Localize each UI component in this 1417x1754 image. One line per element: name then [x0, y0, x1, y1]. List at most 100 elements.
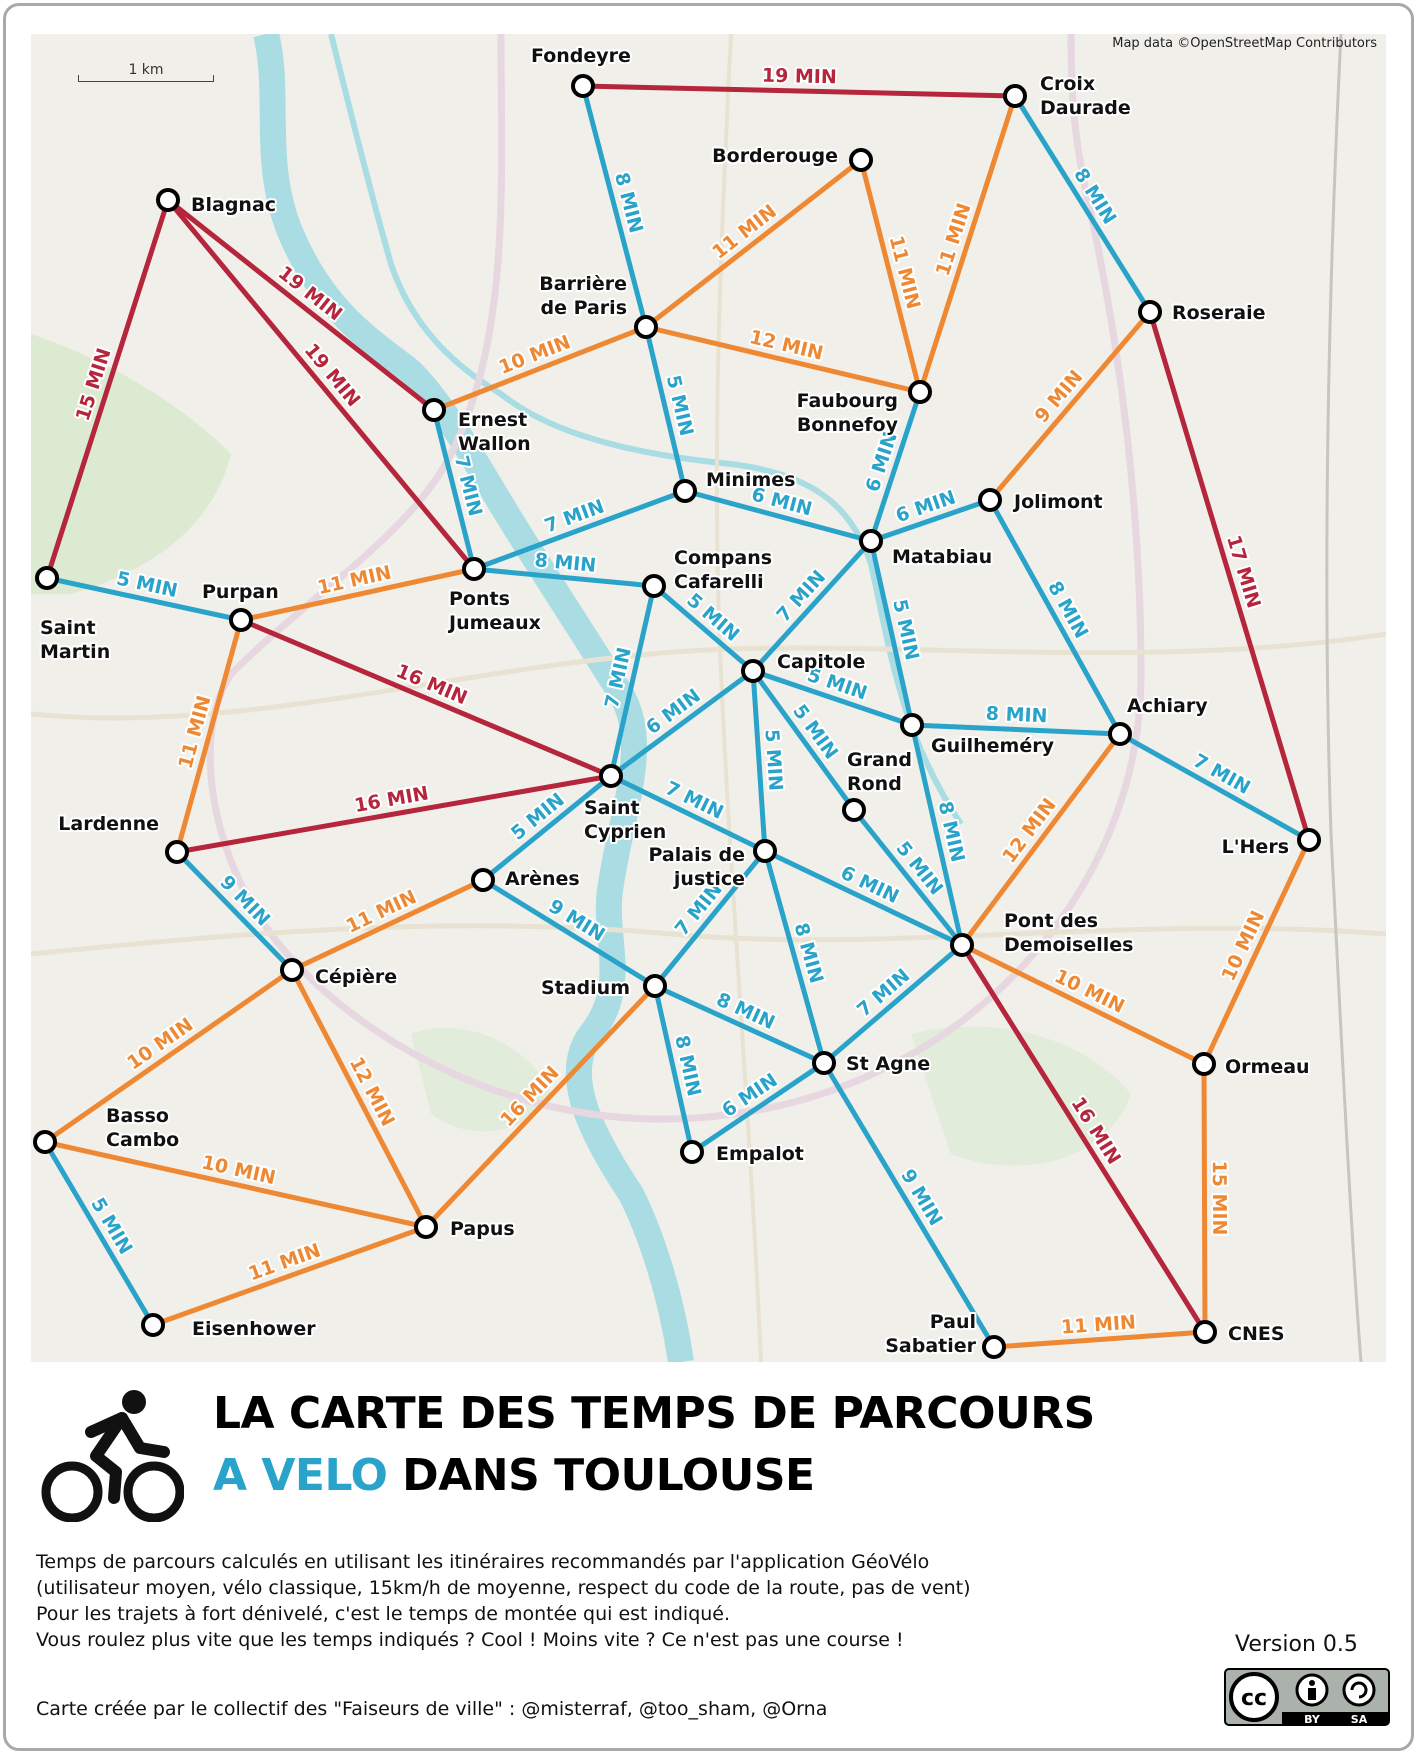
route-st-agne-paul-sabatier [821, 1060, 997, 1350]
station-label-minimes: Minimes [706, 469, 795, 491]
route-blagnac-saint-martin [44, 197, 171, 581]
version-label: Version 0.5 [1235, 1632, 1358, 1657]
station-label-stadium: Stadium [541, 977, 630, 999]
station-label-line: Faubourg [797, 390, 898, 412]
station-l-hers[interactable] [1297, 828, 1321, 852]
travel-time-label: 19 MIN [762, 65, 837, 89]
description: Temps de parcours calculés en utilisant … [36, 1549, 971, 1653]
station-label-l-hers: L'Hers [1222, 836, 1289, 858]
station-capitole[interactable] [741, 659, 765, 683]
station-fondeyre[interactable] [571, 74, 595, 98]
station-faubourg-bonnefoy[interactable] [908, 380, 932, 404]
station-label-line: Matabiau [892, 546, 992, 568]
route-blagnac-ponts-jumeaux [165, 197, 477, 572]
station-label-jolimont: Jolimont [1012, 491, 1103, 513]
station-jolimont[interactable] [978, 488, 1002, 512]
route-l-hers-ormeau [1201, 837, 1312, 1067]
scale-bar-line [78, 75, 214, 82]
station-borderouge[interactable] [849, 148, 873, 172]
description-line: Pour les trajets à fort dénivelé, c'est … [36, 1603, 731, 1625]
station-label-line: Saint [40, 617, 96, 639]
station-label-line: Lardenne [58, 813, 159, 835]
station-label-line: Fondeyre [531, 45, 631, 67]
station-label-line: de Paris [540, 297, 627, 319]
station-matabiau[interactable] [859, 529, 883, 553]
station-lardenne[interactable] [165, 840, 189, 864]
station-cepiere[interactable] [280, 958, 304, 982]
station-roseraie[interactable] [1138, 300, 1162, 324]
station-label-line: Empalot [716, 1143, 804, 1165]
station-ernest-wallon[interactable] [422, 398, 446, 422]
station-label-line: Grand [847, 749, 912, 771]
station-label-line: Cambo [106, 1129, 179, 1151]
route-ormeau-cnes [1201, 1061, 1208, 1335]
route-blagnac-ernest-wallon [165, 197, 437, 413]
travel-time-label: 7 MIN [601, 645, 636, 710]
station-papus[interactable] [414, 1215, 438, 1239]
route-papus-eisenhower [150, 1224, 429, 1328]
station-saint-cyprien[interactable] [599, 764, 623, 788]
station-label-croix-daurade: Croix Daurade [1040, 73, 1131, 119]
station-ponts-jumeaux[interactable] [462, 557, 486, 581]
route-jolimont-achiary [987, 497, 1123, 737]
station-label-st-agne: St Agne [846, 1053, 930, 1075]
station-compans-cafarelli[interactable] [642, 574, 666, 598]
travel-time-label: 8 MIN [934, 799, 969, 864]
station-grand-rond[interactable] [842, 798, 866, 822]
station-paul-sabatier[interactable] [982, 1335, 1006, 1359]
station-label-line: Compans [674, 547, 772, 569]
station-basso-cambo[interactable] [33, 1130, 57, 1154]
station-label-roseraie: Roseraie [1172, 302, 1265, 324]
station-label-purpan: Purpan [202, 581, 279, 603]
station-blagnac[interactable] [156, 188, 180, 212]
route-arenes-stadium [480, 877, 658, 989]
route-stadium-papus [423, 983, 658, 1230]
station-label-pont-des-demoiselles: Pont des Demoiselles [1004, 910, 1133, 956]
station-palais-de-justice[interactable] [753, 839, 777, 863]
station-purpan[interactable] [229, 608, 253, 632]
station-achiary[interactable] [1108, 722, 1132, 746]
station-label-line: Saint [584, 797, 640, 819]
station-croix-daurade[interactable] [1003, 84, 1027, 108]
station-empalot[interactable] [680, 1140, 704, 1164]
station-label-line: Ponts [449, 588, 510, 610]
station-label-eisenhower: Eisenhower [192, 1318, 316, 1340]
route-cepiere-papus [289, 967, 429, 1230]
station-pont-des-demoiselles[interactable] [950, 933, 974, 957]
station-minimes[interactable] [673, 479, 697, 503]
station-label-faubourg-bonnefoy: Faubourg Bonnefoy [797, 390, 899, 436]
station-st-agne[interactable] [812, 1051, 836, 1075]
station-label-paul-sabatier: Paul Sabatier [885, 1311, 976, 1357]
title-line-1: LA CARTE DES TEMPS DE PARCOURS [213, 1388, 1095, 1439]
station-label-guilhemery: Guilheméry [931, 735, 1055, 757]
station-stadium[interactable] [643, 974, 667, 998]
station-eisenhower[interactable] [141, 1313, 165, 1337]
cc-by-sa-badge: cc BY SA [1224, 1668, 1390, 1726]
station-guilhemery[interactable] [900, 713, 924, 737]
station-label-line: Pont des [1004, 910, 1098, 932]
station-label-line: Paul [930, 1311, 976, 1333]
station-arenes[interactable] [471, 868, 495, 892]
station-cnes[interactable] [1193, 1320, 1217, 1344]
bicycle-rider-icon [41, 1390, 184, 1522]
station-label-cepiere: Cépière [315, 966, 397, 988]
route-croix-daurade-roseraie [1012, 93, 1153, 315]
station-label-line: Achiary [1127, 695, 1208, 717]
station-label-line: Ernest [458, 409, 527, 431]
station-label-line: Cafarelli [674, 571, 764, 593]
station-label-line: L'Hers [1222, 836, 1289, 858]
travel-time-label: 15 MIN [1208, 1160, 1230, 1235]
title-block: LA CARTE DES TEMPS DE PARCOURS A VELO DA… [30, 1380, 1390, 1522]
station-barriere-de-paris[interactable] [634, 315, 658, 339]
route-pont-des-demoiselles-st-agne [821, 942, 965, 1066]
station-label-ernest-wallon: Ernest Wallon [458, 409, 531, 455]
station-label-line: Purpan [202, 581, 279, 603]
station-label-barriere-de-paris: Barrière de Paris [539, 273, 627, 319]
station-saint-martin[interactable] [35, 566, 59, 590]
station-label-compans-cafarelli: Compans Cafarelli [674, 547, 772, 593]
title-line-2-rest: DANS TOULOUSE [387, 1450, 815, 1501]
station-label-matabiau: Matabiau [892, 546, 992, 568]
station-label-arenes: Arènes [505, 868, 580, 890]
station-ormeau[interactable] [1192, 1052, 1216, 1076]
station-label-cnes: CNES [1228, 1323, 1285, 1345]
